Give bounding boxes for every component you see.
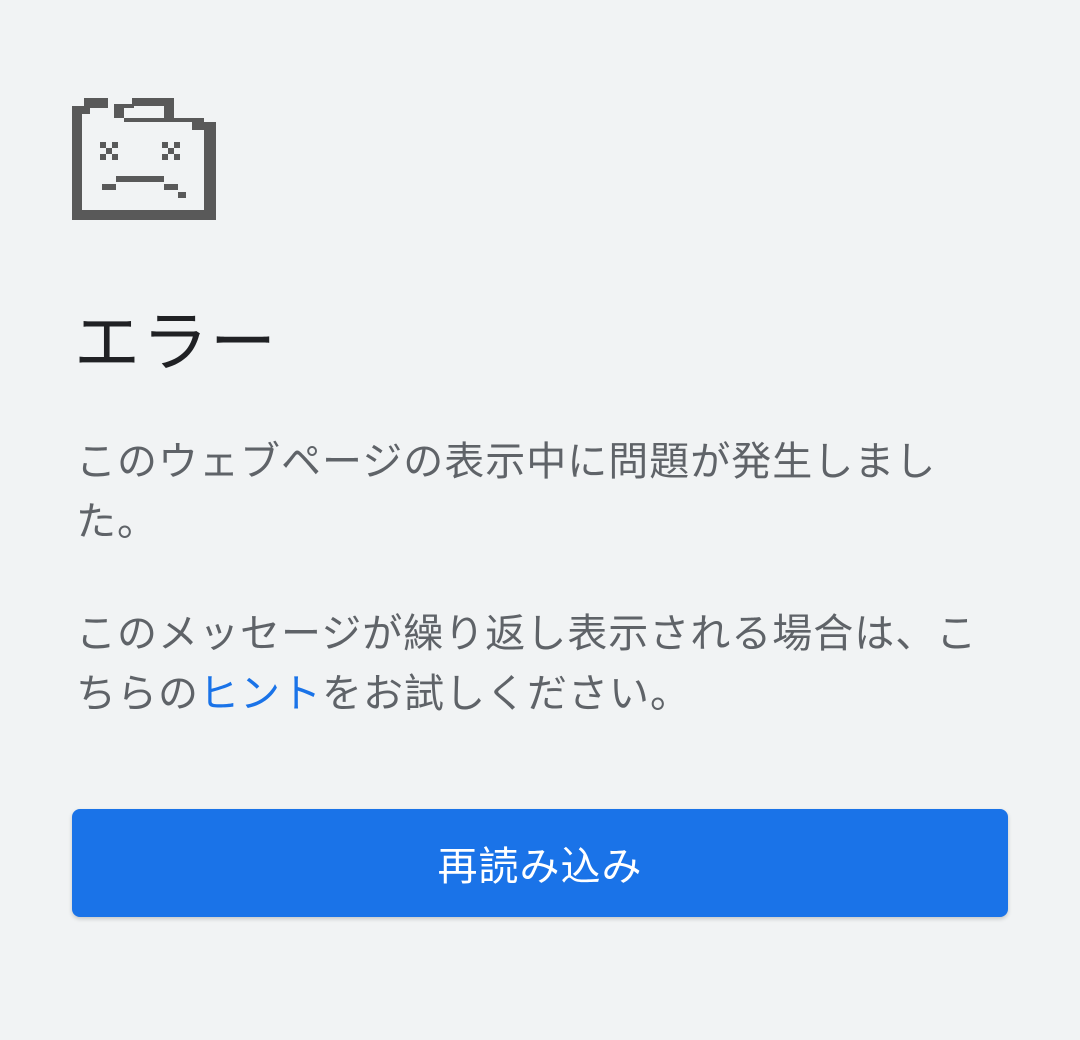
sad-tab-icon: [72, 98, 216, 220]
suggestion-message: このメッセージが繰り返し表示される場合は、こちらのヒントをお試しください。: [76, 604, 1016, 724]
error-message: このウェブページの表示中に問題が発生しました。: [76, 439, 937, 545]
suggestion-suffix: をお試しください。: [322, 671, 691, 717]
page-title: エラー: [74, 304, 278, 381]
hint-link[interactable]: ヒント: [199, 671, 322, 717]
reload-button[interactable]: 再読み込み: [72, 809, 1008, 917]
